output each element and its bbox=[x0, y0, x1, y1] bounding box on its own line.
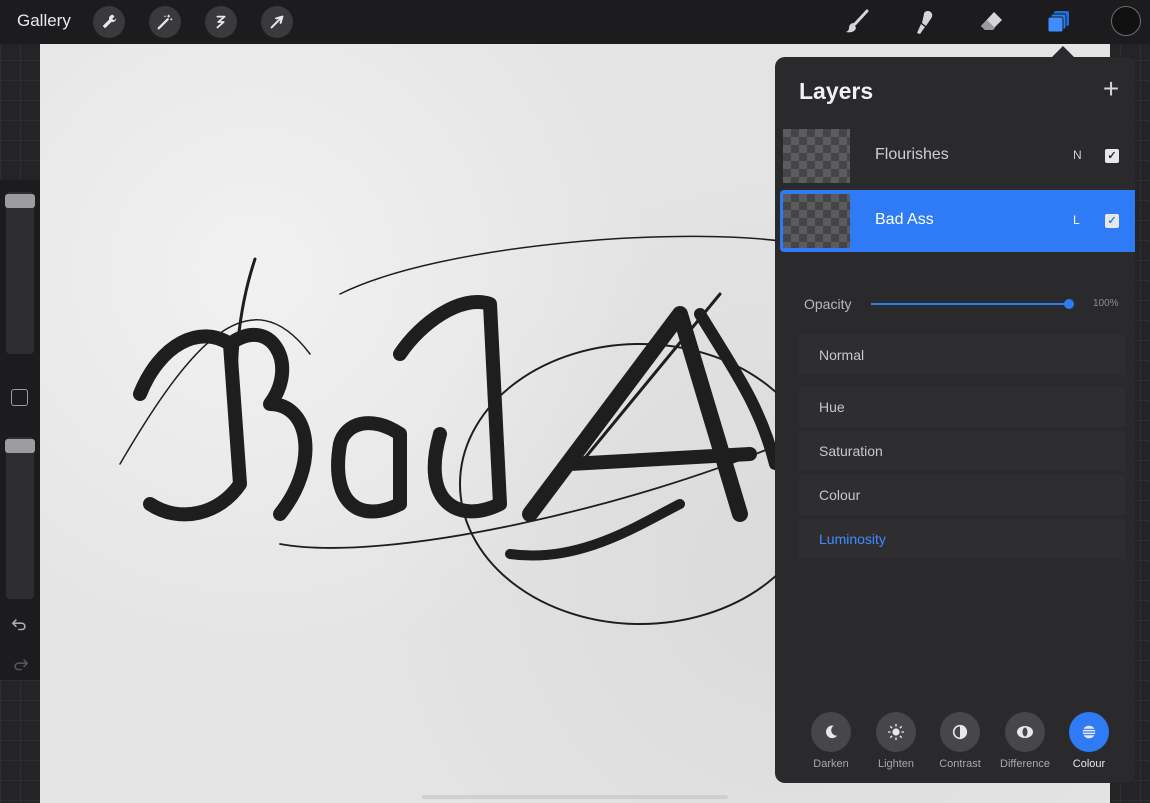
add-layer-button[interactable]: + bbox=[1100, 75, 1122, 103]
blend-mode-luminosity[interactable]: Luminosity bbox=[799, 519, 1125, 559]
difference-icon bbox=[1017, 726, 1033, 738]
actions-button[interactable] bbox=[93, 6, 125, 38]
wrench-icon bbox=[102, 14, 117, 29]
layers-icon bbox=[1047, 11, 1069, 33]
layer-row-flourishes[interactable]: Flourishes N ✓ bbox=[780, 125, 1135, 187]
undo-button[interactable] bbox=[10, 615, 30, 635]
moon-icon bbox=[825, 725, 838, 739]
brush-size-slider[interactable] bbox=[6, 192, 34, 354]
layer-name: Flourishes bbox=[875, 146, 949, 163]
category-difference-button[interactable]: Difference bbox=[995, 712, 1055, 770]
redo-icon bbox=[14, 659, 29, 671]
smudge-button[interactable] bbox=[907, 6, 941, 38]
blend-mode-saturation[interactable]: Saturation bbox=[799, 431, 1125, 471]
top-toolbar: Gallery bbox=[0, 0, 1150, 44]
panel-title: Layers bbox=[799, 78, 874, 104]
smudge-icon bbox=[917, 11, 933, 34]
layer-thumbnail bbox=[783, 194, 850, 248]
transform-button[interactable] bbox=[261, 6, 293, 38]
selection-button[interactable] bbox=[205, 6, 237, 38]
brush-size-thumb[interactable] bbox=[5, 194, 35, 208]
opacity-value: 100% bbox=[1093, 298, 1119, 309]
opacity-slider-thumb[interactable] bbox=[1064, 299, 1074, 309]
layers-panel: Layers + Flourishes N ✓ Bad Ass L ✓ Opac… bbox=[775, 57, 1135, 783]
transform-icon bbox=[270, 15, 284, 29]
category-colour-button[interactable]: Colour bbox=[1059, 712, 1119, 770]
eraser-icon bbox=[981, 12, 1002, 30]
magic-wand-icon bbox=[157, 14, 173, 30]
undo-icon bbox=[11, 619, 26, 631]
eraser-button[interactable] bbox=[974, 6, 1008, 38]
layer-visibility-checkbox[interactable]: ✓ bbox=[1105, 149, 1119, 163]
gallery-button[interactable]: Gallery bbox=[17, 11, 71, 31]
category-lighten-button[interactable]: Lighten bbox=[866, 712, 926, 770]
brush-opacity-slider[interactable] bbox=[6, 437, 34, 599]
brush-icon bbox=[846, 9, 869, 33]
selection-icon bbox=[216, 15, 226, 29]
colour-stripes-icon bbox=[1082, 725, 1096, 739]
opacity-label: Opacity bbox=[804, 296, 852, 312]
redo-button[interactable] bbox=[10, 655, 30, 675]
layer-name: Bad Ass bbox=[875, 211, 934, 228]
layer-thumbnail bbox=[783, 129, 850, 183]
contrast-icon bbox=[952, 724, 968, 740]
home-indicator bbox=[422, 795, 728, 799]
layer-blend-mode-button[interactable]: L bbox=[1073, 213, 1080, 227]
layer-row-bad-ass[interactable]: Bad Ass L ✓ bbox=[780, 190, 1135, 252]
blend-mode-hue[interactable]: Hue bbox=[799, 387, 1125, 427]
left-sidebar bbox=[0, 180, 40, 680]
brush-button[interactable] bbox=[840, 6, 874, 38]
layer-visibility-checkbox[interactable]: ✓ bbox=[1105, 214, 1119, 228]
brush-opacity-thumb[interactable] bbox=[5, 439, 35, 453]
category-darken-button[interactable]: Darken bbox=[801, 712, 861, 770]
layer-blend-mode-button[interactable]: N bbox=[1073, 148, 1082, 162]
adjustments-button[interactable] bbox=[149, 6, 181, 38]
blend-mode-normal[interactable]: Normal bbox=[799, 335, 1125, 375]
color-picker-button[interactable] bbox=[1111, 6, 1141, 36]
category-contrast-button[interactable]: Contrast bbox=[930, 712, 990, 770]
modify-button[interactable] bbox=[11, 389, 28, 406]
blend-mode-colour[interactable]: Colour bbox=[799, 475, 1125, 515]
layers-button[interactable] bbox=[1042, 6, 1076, 38]
sun-icon bbox=[887, 723, 905, 741]
opacity-slider[interactable] bbox=[871, 303, 1069, 305]
